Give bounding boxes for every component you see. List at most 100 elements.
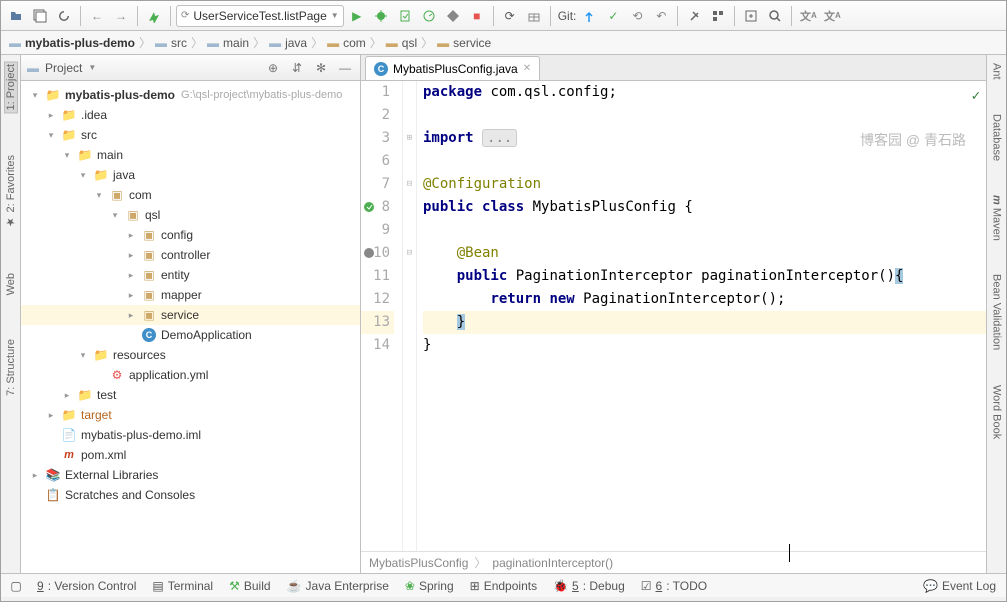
tree-toggle-icon[interactable]: ▾ (109, 210, 121, 221)
update-icon[interactable]: ⟳ (499, 5, 521, 27)
tree-toggle-icon[interactable]: ▾ (61, 150, 73, 161)
tree-item-com[interactable]: ▾▣com (21, 185, 360, 205)
tree-toggle-icon[interactable]: ▾ (77, 170, 89, 181)
tree-item-demoapplication[interactable]: CDemoApplication (21, 325, 360, 345)
save-all-icon[interactable] (29, 5, 51, 27)
tree-item-resources[interactable]: ▾📁resources (21, 345, 360, 365)
tree-toggle-icon[interactable]: ▾ (77, 350, 89, 361)
crumb-qsl[interactable]: ▬qsl (386, 36, 417, 50)
git-history-icon[interactable]: ⟲ (626, 5, 648, 27)
refresh-icon[interactable] (53, 5, 75, 27)
tool-structure[interactable]: 7: Structure (5, 337, 17, 398)
tree-toggle-icon[interactable]: ▾ (45, 130, 57, 141)
tool-version-control[interactable]: 9: Version Control (31, 577, 142, 595)
structure-icon[interactable] (707, 5, 729, 27)
tree-item-entity[interactable]: ▸▣entity (21, 265, 360, 285)
tree-toggle-icon[interactable]: ▸ (125, 270, 137, 281)
crumb-java[interactable]: ▬java (269, 36, 307, 50)
run-icon[interactable]: ▶ (346, 5, 368, 27)
gutter-marker-icon[interactable] (363, 247, 375, 259)
tool-project[interactable]: 1: Project (4, 61, 18, 113)
tree-item-service[interactable]: ▸▣service (21, 305, 360, 325)
locate-icon[interactable]: ⊕ (264, 59, 282, 77)
fold-marker[interactable]: ⊟ (403, 242, 416, 265)
tool-debug[interactable]: 🐞5: Debug (547, 577, 631, 595)
tool-endpoints[interactable]: ⊞Endpoints (464, 577, 543, 595)
tool-ant[interactable]: Ant (991, 61, 1003, 82)
crumb-method[interactable]: paginationInterceptor() (492, 556, 613, 570)
tree-item-java[interactable]: ▾📁java (21, 165, 360, 185)
tree-item-mybatis-plus-demo[interactable]: ▾📁mybatis-plus-demoG:\qsl-project\mybati… (21, 85, 360, 105)
chevron-down-icon[interactable]: ▼ (88, 63, 96, 72)
tree-item-config[interactable]: ▸▣config (21, 225, 360, 245)
git-revert-icon[interactable]: ↶ (650, 5, 672, 27)
tree-toggle-icon[interactable]: ▸ (29, 470, 41, 481)
tree-item-external-libraries[interactable]: ▸📚External Libraries (21, 465, 360, 485)
git-update-icon[interactable] (578, 5, 600, 27)
tree-toggle-icon[interactable]: ▸ (125, 310, 137, 321)
tree-item-application-yml[interactable]: ⚙application.yml (21, 365, 360, 385)
tree-item-mapper[interactable]: ▸▣mapper (21, 285, 360, 305)
coverage-icon[interactable] (394, 5, 416, 27)
expand-icon[interactable] (740, 5, 762, 27)
tree-item-src[interactable]: ▾📁src (21, 125, 360, 145)
tree-item-qsl[interactable]: ▾▣qsl (21, 205, 360, 225)
crumb-com[interactable]: ▬com (327, 36, 366, 50)
quick-access-icon[interactable]: ▢ (5, 575, 27, 597)
tree-item-mybatis-plus-demo-iml[interactable]: 📄mybatis-plus-demo.iml (21, 425, 360, 445)
tree-item-main[interactable]: ▾📁main (21, 145, 360, 165)
tool-database[interactable]: Database (991, 112, 1003, 163)
gift-icon[interactable] (523, 5, 545, 27)
debug-icon[interactable] (370, 5, 392, 27)
forward-icon[interactable]: → (110, 5, 132, 27)
tree-toggle-icon[interactable]: ▸ (45, 110, 57, 121)
tool-todo[interactable]: ☑6: TODO (635, 577, 713, 595)
fold-marker[interactable]: ⊞ (403, 127, 416, 150)
tree-toggle-icon[interactable]: ▸ (61, 390, 73, 401)
tool-word-book[interactable]: Word Book (991, 383, 1003, 441)
crumb-mybatis-plus-demo[interactable]: ▬mybatis-plus-demo (9, 36, 135, 50)
crumb-src[interactable]: ▬src (155, 36, 187, 50)
tool-build[interactable]: ⚒Build (223, 577, 276, 595)
tool-favorites[interactable]: ★ 2: Favorites (4, 153, 17, 231)
tool-event-log[interactable]: 💬Event Log (917, 577, 1002, 595)
tree-toggle-icon[interactable]: ▸ (125, 230, 137, 241)
code-editor[interactable]: ✓ 博客园 @ 青石路 12367891011121314 ⊞⊟⊟ packag… (361, 81, 986, 551)
tool-maven[interactable]: m Maven (991, 193, 1003, 243)
tree-toggle-icon[interactable]: ▸ (125, 250, 137, 261)
tree-toggle-icon[interactable]: ▾ (29, 90, 41, 101)
tree-item-test[interactable]: ▸📁test (21, 385, 360, 405)
collapse-icon[interactable]: — (336, 59, 354, 77)
stop-icon[interactable]: ■ (466, 5, 488, 27)
code-content[interactable]: package com.qsl.config; import ... @Conf… (417, 81, 986, 551)
fold-marker[interactable]: ⊟ (403, 173, 416, 196)
back-icon[interactable]: ← (86, 5, 108, 27)
settings-icon[interactable] (683, 5, 705, 27)
tree-item-controller[interactable]: ▸▣controller (21, 245, 360, 265)
tool-java-enterprise[interactable]: ☕Java Enterprise (281, 577, 395, 595)
tool-spring[interactable]: ❀Spring (399, 577, 460, 595)
tool-web[interactable]: Web (5, 271, 17, 297)
tree-item-pom-xml[interactable]: mpom.xml (21, 445, 360, 465)
tree-toggle-icon[interactable]: ▸ (45, 410, 57, 421)
crumb-main[interactable]: ▬main (207, 36, 249, 50)
translate-dst-icon[interactable]: 文A (821, 5, 843, 27)
search-icon[interactable] (764, 5, 786, 27)
gutter-marker-icon[interactable] (363, 201, 375, 213)
run-configuration-dropdown[interactable]: ⟳ UserServiceTest.listPage ▼ (176, 5, 344, 27)
attach-icon[interactable] (442, 5, 464, 27)
translate-src-icon[interactable]: 文A (797, 5, 819, 27)
tree-toggle-icon[interactable]: ▾ (93, 190, 105, 201)
crumb-class[interactable]: MybatisPlusConfig (369, 556, 468, 570)
gear-icon[interactable]: ✻ (312, 59, 330, 77)
tool-terminal[interactable]: ▤Terminal (146, 577, 219, 595)
build-icon[interactable] (143, 5, 165, 27)
crumb-service[interactable]: ▬service (437, 36, 491, 50)
tree-item-target[interactable]: ▸📁target (21, 405, 360, 425)
project-tree[interactable]: ▾📁mybatis-plus-demoG:\qsl-project\mybati… (21, 81, 360, 573)
tree-item--idea[interactable]: ▸📁.idea (21, 105, 360, 125)
open-icon[interactable] (5, 5, 27, 27)
tree-item-scratches-and-consoles[interactable]: 📋Scratches and Consoles (21, 485, 360, 505)
git-commit-icon[interactable]: ✓ (602, 5, 624, 27)
tab-mybatisplusconfig[interactable]: C MybatisPlusConfig.java ✕ (365, 56, 540, 80)
